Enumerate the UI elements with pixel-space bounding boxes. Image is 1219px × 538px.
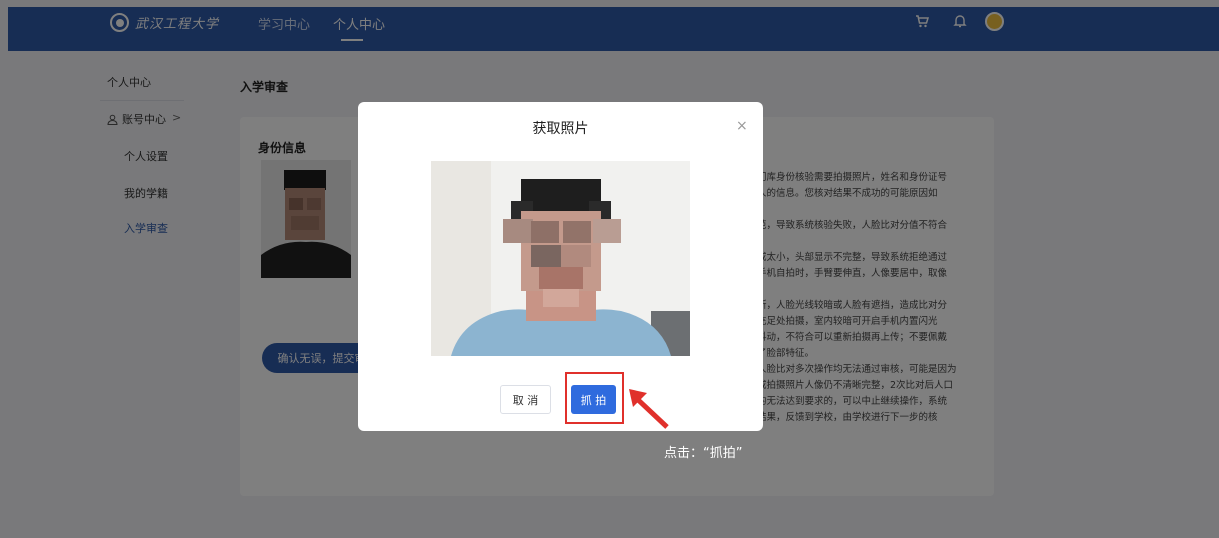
cancel-button[interactable]: 取 消: [500, 385, 551, 414]
close-icon[interactable]: ×: [736, 118, 748, 134]
dialog-title: 获取照片: [532, 121, 589, 137]
capture-photo-dialog: 获取照片 × 取 消 抓 拍: [358, 102, 763, 431]
camera-preview: [431, 161, 690, 356]
app: 武汉工程大学 学习中心 个人中心 个人中心 账号中心 > 个人设置 我的学籍 入…: [0, 0, 1219, 538]
capture-button-highlight: [565, 372, 624, 424]
arrow-icon: [629, 389, 669, 429]
hint-text: 点击：“抓拍”: [664, 446, 743, 461]
